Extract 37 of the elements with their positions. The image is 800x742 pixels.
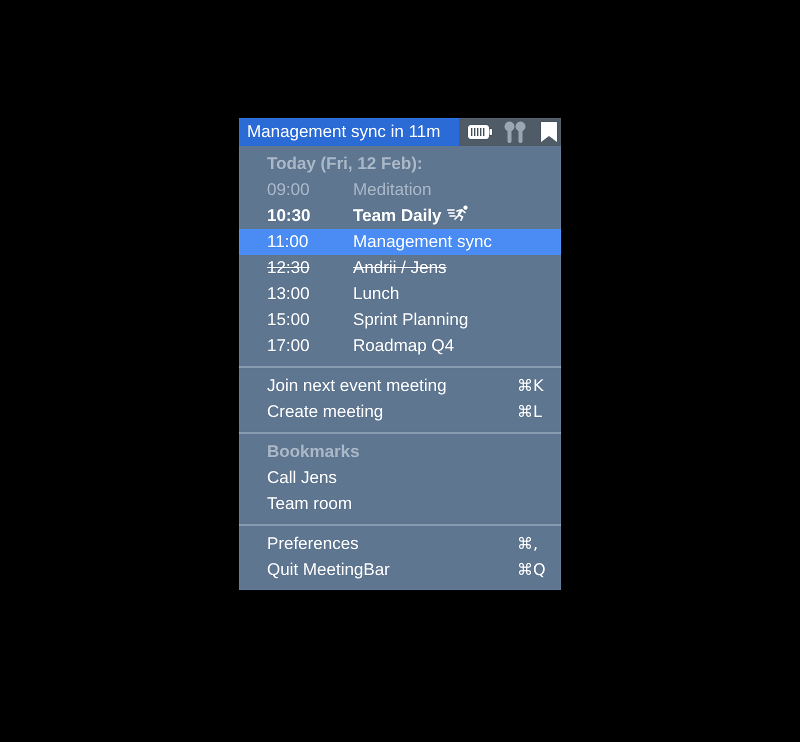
bookmark-icon[interactable] <box>541 122 557 142</box>
menu-item[interactable]: Quit MeetingBar ⌘Q <box>239 557 561 583</box>
event-title: Roadmap Q4 <box>353 335 454 358</box>
earbuds-icon[interactable] <box>504 121 526 143</box>
event-menu-item[interactable]: 10:30 Team Daily <box>239 203 561 229</box>
section-header: Bookmarks <box>267 441 360 464</box>
event-time: 13:00 <box>267 283 311 306</box>
menu-item[interactable]: Team room <box>239 491 561 517</box>
event-menu-item[interactable]: 13:00 Lunch <box>239 281 561 307</box>
menu-item[interactable]: Join next event meeting ⌘K <box>239 373 561 399</box>
event-title: Sprint Planning <box>353 309 468 332</box>
event-time: 09:00 <box>267 179 311 202</box>
menu-bar-title[interactable]: Management sync in 11m <box>239 118 459 146</box>
keyboard-shortcut: ⌘Q <box>517 559 547 581</box>
event-title: Meditation <box>353 179 432 202</box>
keyboard-shortcut: ⌘, <box>517 533 540 555</box>
battery-icon[interactable] <box>468 124 492 140</box>
menu-item[interactable]: Call Jens <box>239 465 561 491</box>
event-time: 11:00 <box>267 231 310 254</box>
event-menu-item[interactable]: 11:00 Management sync <box>239 229 561 255</box>
menu-item[interactable]: Create meeting ⌘L <box>239 399 561 425</box>
section-header: Today (Fri, 12 Feb): <box>267 153 423 176</box>
event-time: 10:30 <box>267 205 312 228</box>
event-menu-item[interactable]: 12:30 Andrii / Jens <box>239 255 561 281</box>
running-person-icon <box>446 205 469 221</box>
event-time: 15:00 <box>267 309 311 332</box>
event-title: Lunch <box>353 283 400 306</box>
event-title: Team Daily <box>353 205 442 228</box>
event-menu-item[interactable]: 15:00 Sprint Planning <box>239 307 561 333</box>
keyboard-shortcut: ⌘K <box>517 375 545 397</box>
event-time: 17:00 <box>267 335 311 358</box>
event-title: Management sync <box>353 231 492 254</box>
menu-item[interactable]: Preferences ⌘, <box>239 531 561 557</box>
event-title: Andrii / Jens <box>353 257 447 280</box>
event-time: 12:30 <box>267 257 311 280</box>
keyboard-shortcut: ⌘L <box>517 401 543 423</box>
event-menu-item[interactable]: 17:00 Roadmap Q4 <box>239 333 561 359</box>
